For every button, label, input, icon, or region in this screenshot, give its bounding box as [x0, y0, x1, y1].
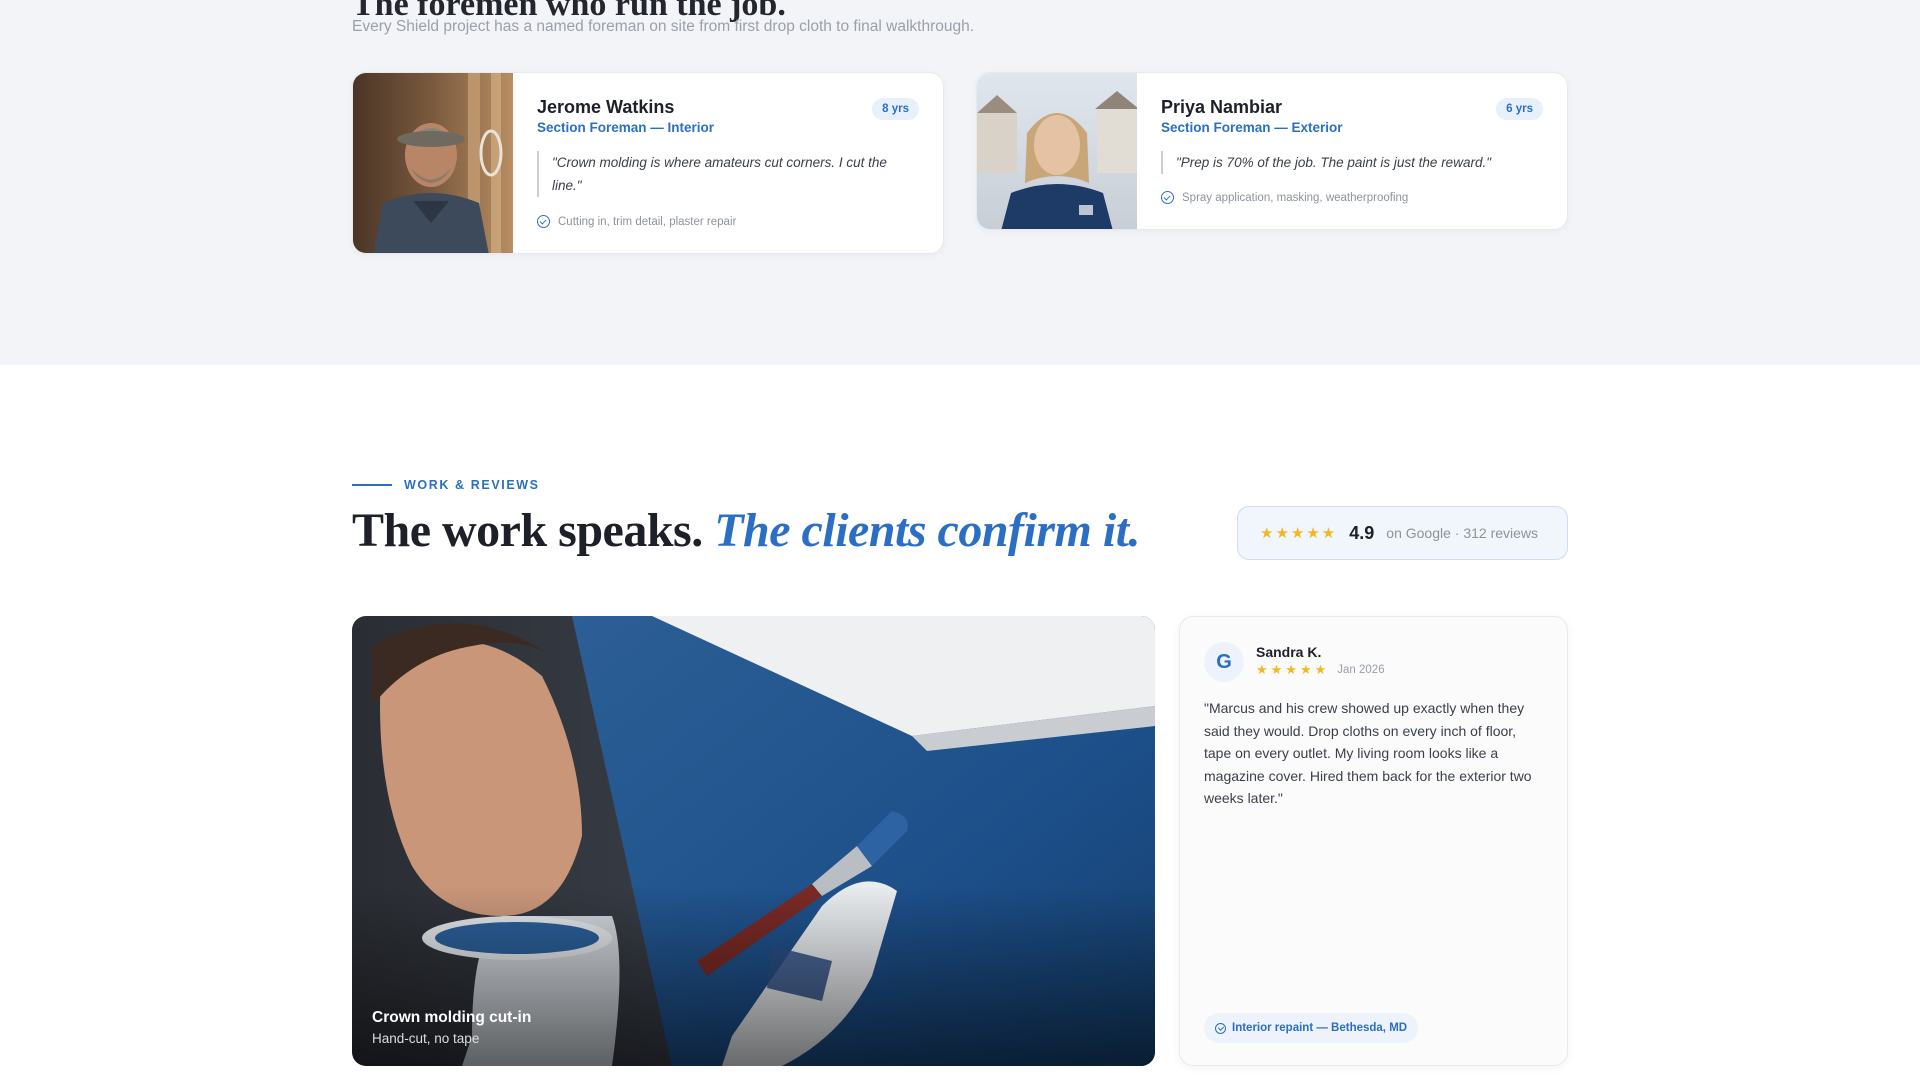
eyebrow-label: WORK & REVIEWS	[404, 478, 540, 492]
review-rating: ★★★★★ Jan 2026	[1256, 662, 1385, 678]
foreman-quote: "Crown molding is where amateurs cut cor…	[537, 151, 919, 197]
reviewer-name: Sandra K.	[1256, 644, 1322, 660]
foreman-skills-text: Spray application, masking, weatherproof…	[1182, 191, 1409, 204]
years-badge: 8 yrs	[872, 98, 919, 120]
foreman-name: Jerome Watkins	[537, 97, 675, 117]
work-photo-title: Crown molding cut-in	[372, 1009, 532, 1026]
review-text: "Marcus and his crew showed up exactly w…	[1204, 700, 1532, 806]
check-circle-icon	[537, 215, 550, 228]
foremen-subtitle: Every Shield project has a named foreman…	[352, 18, 975, 35]
foreman-skills-text: Cutting in, trim detail, plaster repair	[558, 215, 737, 228]
painter-photo	[352, 616, 1155, 1066]
review-project-label: Interior repaint — Bethesda, MD	[1232, 1022, 1408, 1034]
foreman-card-jerome: Jerome Watkins Section Foreman — Interio…	[352, 72, 944, 254]
work-photo-card[interactable]: Crown molding cut-in Hand-cut, no tape	[352, 616, 1155, 1066]
rating-meta: on Google · 312 reviews	[1386, 525, 1539, 541]
foreman-card-body: Jerome Watkins Section Foreman — Interio…	[537, 73, 919, 253]
section-headline: The work speaks. The clients confirm it.	[352, 503, 1141, 558]
foreman-role: Section Foreman — Exterior	[1161, 120, 1343, 135]
foreman-skills: Cutting in, trim detail, plaster repair	[537, 215, 736, 228]
review-project-tag: Interior repaint — Bethesda, MD	[1204, 1013, 1419, 1043]
work-photo-caption: Crown molding cut-in Hand-cut, no tape	[372, 1009, 531, 1046]
foreman-card-priya: Priya Nambiar Section Foreman — Exterior…	[976, 72, 1568, 230]
work-photo-subtitle: Hand-cut, no tape	[372, 1031, 480, 1046]
foreman-photo-priya	[977, 73, 1139, 229]
check-circle-icon	[1215, 1022, 1226, 1034]
rating-stars: ★★★★★	[1260, 525, 1338, 542]
eyebrow-line	[352, 484, 392, 486]
google-rating-badge[interactable]: ★★★★★ 4.9 on Google · 312 reviews	[1237, 506, 1568, 560]
foreman-name: Priya Nambiar	[1161, 97, 1283, 117]
review-card: G Sandra K. ★★★★★ Jan 2026 "Marcus and h…	[1179, 616, 1568, 1066]
section-eyebrow: WORK & REVIEWS	[352, 478, 540, 492]
headline-plain: The work speaks.	[352, 504, 715, 557]
foreman-role: Section Foreman — Interior	[537, 120, 715, 135]
review-date: Jan 2026	[1337, 664, 1385, 676]
foremen-section: The foremen who run the job. Every Shiel…	[0, 0, 1920, 365]
foreman-skills: Spray application, masking, weatherproof…	[1161, 191, 1408, 204]
google-icon: G	[1204, 642, 1244, 682]
check-circle-icon	[1161, 191, 1174, 204]
foreman-quote: "Prep is 70% of the job. The paint is ju…	[1161, 151, 1543, 174]
years-badge: 6 yrs	[1496, 98, 1543, 120]
headline-accent: The clients confirm it.	[714, 504, 1141, 557]
foreman-card-body: Priya Nambiar Section Foreman — Exterior…	[1161, 73, 1543, 229]
rating-score: 4.9	[1349, 522, 1375, 543]
foreman-photo-jerome	[353, 73, 513, 253]
review-stars: ★★★★★	[1256, 662, 1330, 677]
